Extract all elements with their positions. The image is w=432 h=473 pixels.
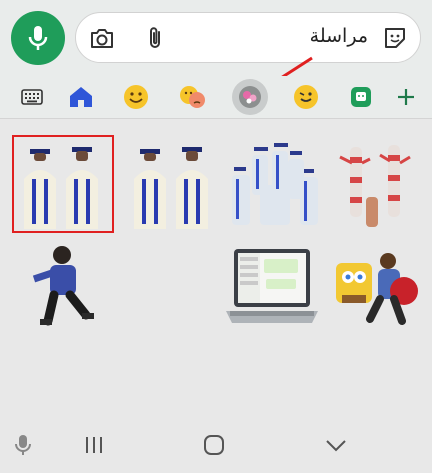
graduation-group-sticker[interactable] (224, 137, 324, 237)
message-placeholder: مراسلة (309, 25, 368, 47)
boy-sitting-sticker[interactable] (14, 239, 114, 339)
flowers-pack-tab[interactable] (232, 79, 268, 115)
clowns-sticker[interactable] (330, 137, 430, 237)
emoji-sticker-icon[interactable] (382, 25, 408, 51)
smile-emoji-icon (124, 85, 148, 109)
voice-input-button[interactable] (8, 430, 38, 460)
back-nav-button[interactable] (321, 430, 351, 460)
recent-apps-icon (86, 437, 102, 453)
home-tab[interactable] (63, 79, 99, 115)
chat-sticker-tab[interactable] (343, 79, 379, 115)
sticker-pack-flowers-icon (239, 86, 261, 108)
wink-emoji-icon (294, 85, 318, 109)
back-icon (326, 440, 346, 452)
attach-icon[interactable] (142, 25, 168, 51)
graduates-sticker-2[interactable] (124, 139, 224, 239)
chat-sticker-icon (351, 87, 371, 107)
plus-icon (398, 89, 414, 105)
keyboard-tab[interactable] (14, 79, 50, 115)
smile-tab[interactable] (118, 79, 154, 115)
sticker-tab-bar (0, 76, 432, 119)
home-icon (204, 435, 224, 455)
home-nav-button[interactable] (199, 430, 229, 460)
camera-icon[interactable] (89, 25, 115, 51)
emotions-tab[interactable] (174, 79, 210, 115)
mic-button[interactable] (11, 11, 65, 65)
system-nav-bar (0, 418, 432, 473)
keyboard-icon (21, 89, 43, 105)
mic-icon (15, 435, 31, 455)
input-bar: مراسلة (0, 0, 432, 76)
recent-apps-button[interactable] (79, 430, 109, 460)
boy-with-plush-sticker[interactable] (328, 239, 428, 339)
wink-tab[interactable] (288, 79, 324, 115)
add-sticker-tab[interactable] (388, 79, 424, 115)
mic-icon (28, 26, 48, 50)
home-icon (70, 87, 92, 107)
laptop-chat-sticker[interactable] (222, 241, 322, 341)
annotation-highlight-box (12, 135, 114, 233)
mixed-emotions-icon (180, 86, 205, 108)
message-composer[interactable]: مراسلة (75, 12, 421, 63)
